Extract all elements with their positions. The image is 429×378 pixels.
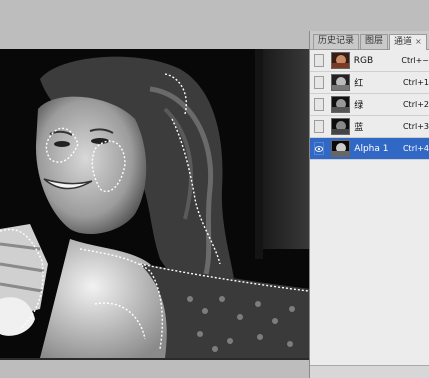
panel-tabs: 历史记录 图层 通道 × xyxy=(310,31,429,50)
channel-shortcut: Ctrl+4 xyxy=(402,144,429,153)
channel-name: 绿 xyxy=(354,101,364,111)
panel-footer xyxy=(310,365,429,378)
channel-thumbnail xyxy=(331,96,351,113)
channel-name: 蓝 xyxy=(354,123,364,133)
channel-shortcut: Ctrl+2 xyxy=(402,100,429,109)
tab-layers[interactable]: 图层 xyxy=(360,34,389,49)
channel-thumbnail xyxy=(331,52,350,69)
channel-thumbnail xyxy=(331,118,351,135)
channel-row-red[interactable]: 红 Ctrl+1 xyxy=(310,72,429,94)
tab-channels[interactable]: 通道 × xyxy=(389,34,427,50)
channel-name: RGB xyxy=(353,55,374,66)
tab-history[interactable]: 历史记录 xyxy=(313,34,360,49)
channel-name: Alpha 1 xyxy=(354,143,389,154)
close-icon[interactable]: × xyxy=(415,37,422,46)
channel-shortcut: Ctrl+1 xyxy=(402,78,429,87)
document-canvas[interactable] xyxy=(0,49,311,358)
channels-panel: 历史记录 图层 通道 × RGB Ctrl+~ 红 Ctrl+1 绿 Ctrl+… xyxy=(309,31,429,378)
alpha-channel-image xyxy=(0,49,311,358)
channel-row-green[interactable]: 绿 Ctrl+2 xyxy=(310,94,429,116)
channel-shortcut: Ctrl+~ xyxy=(401,56,429,65)
channel-row-blue[interactable]: 蓝 Ctrl+3 xyxy=(310,116,429,138)
channel-list: RGB Ctrl+~ 红 Ctrl+1 绿 Ctrl+2 蓝 Ctrl+3 Al… xyxy=(310,50,429,160)
channel-row-rgb[interactable]: RGB Ctrl+~ xyxy=(310,50,429,72)
tab-channels-label: 通道 xyxy=(394,37,413,47)
channel-row-alpha-1[interactable]: Alpha 1 Ctrl+4 xyxy=(310,138,429,160)
eye-icon[interactable] xyxy=(314,54,325,67)
eye-icon[interactable] xyxy=(314,120,325,133)
channel-thumbnail xyxy=(331,74,351,91)
eye-icon[interactable] xyxy=(314,142,325,155)
eye-icon[interactable] xyxy=(314,98,325,111)
channel-shortcut: Ctrl+3 xyxy=(402,122,429,131)
channel-thumbnail xyxy=(331,140,351,157)
eye-icon[interactable] xyxy=(314,76,325,89)
channel-name: 红 xyxy=(354,79,364,89)
